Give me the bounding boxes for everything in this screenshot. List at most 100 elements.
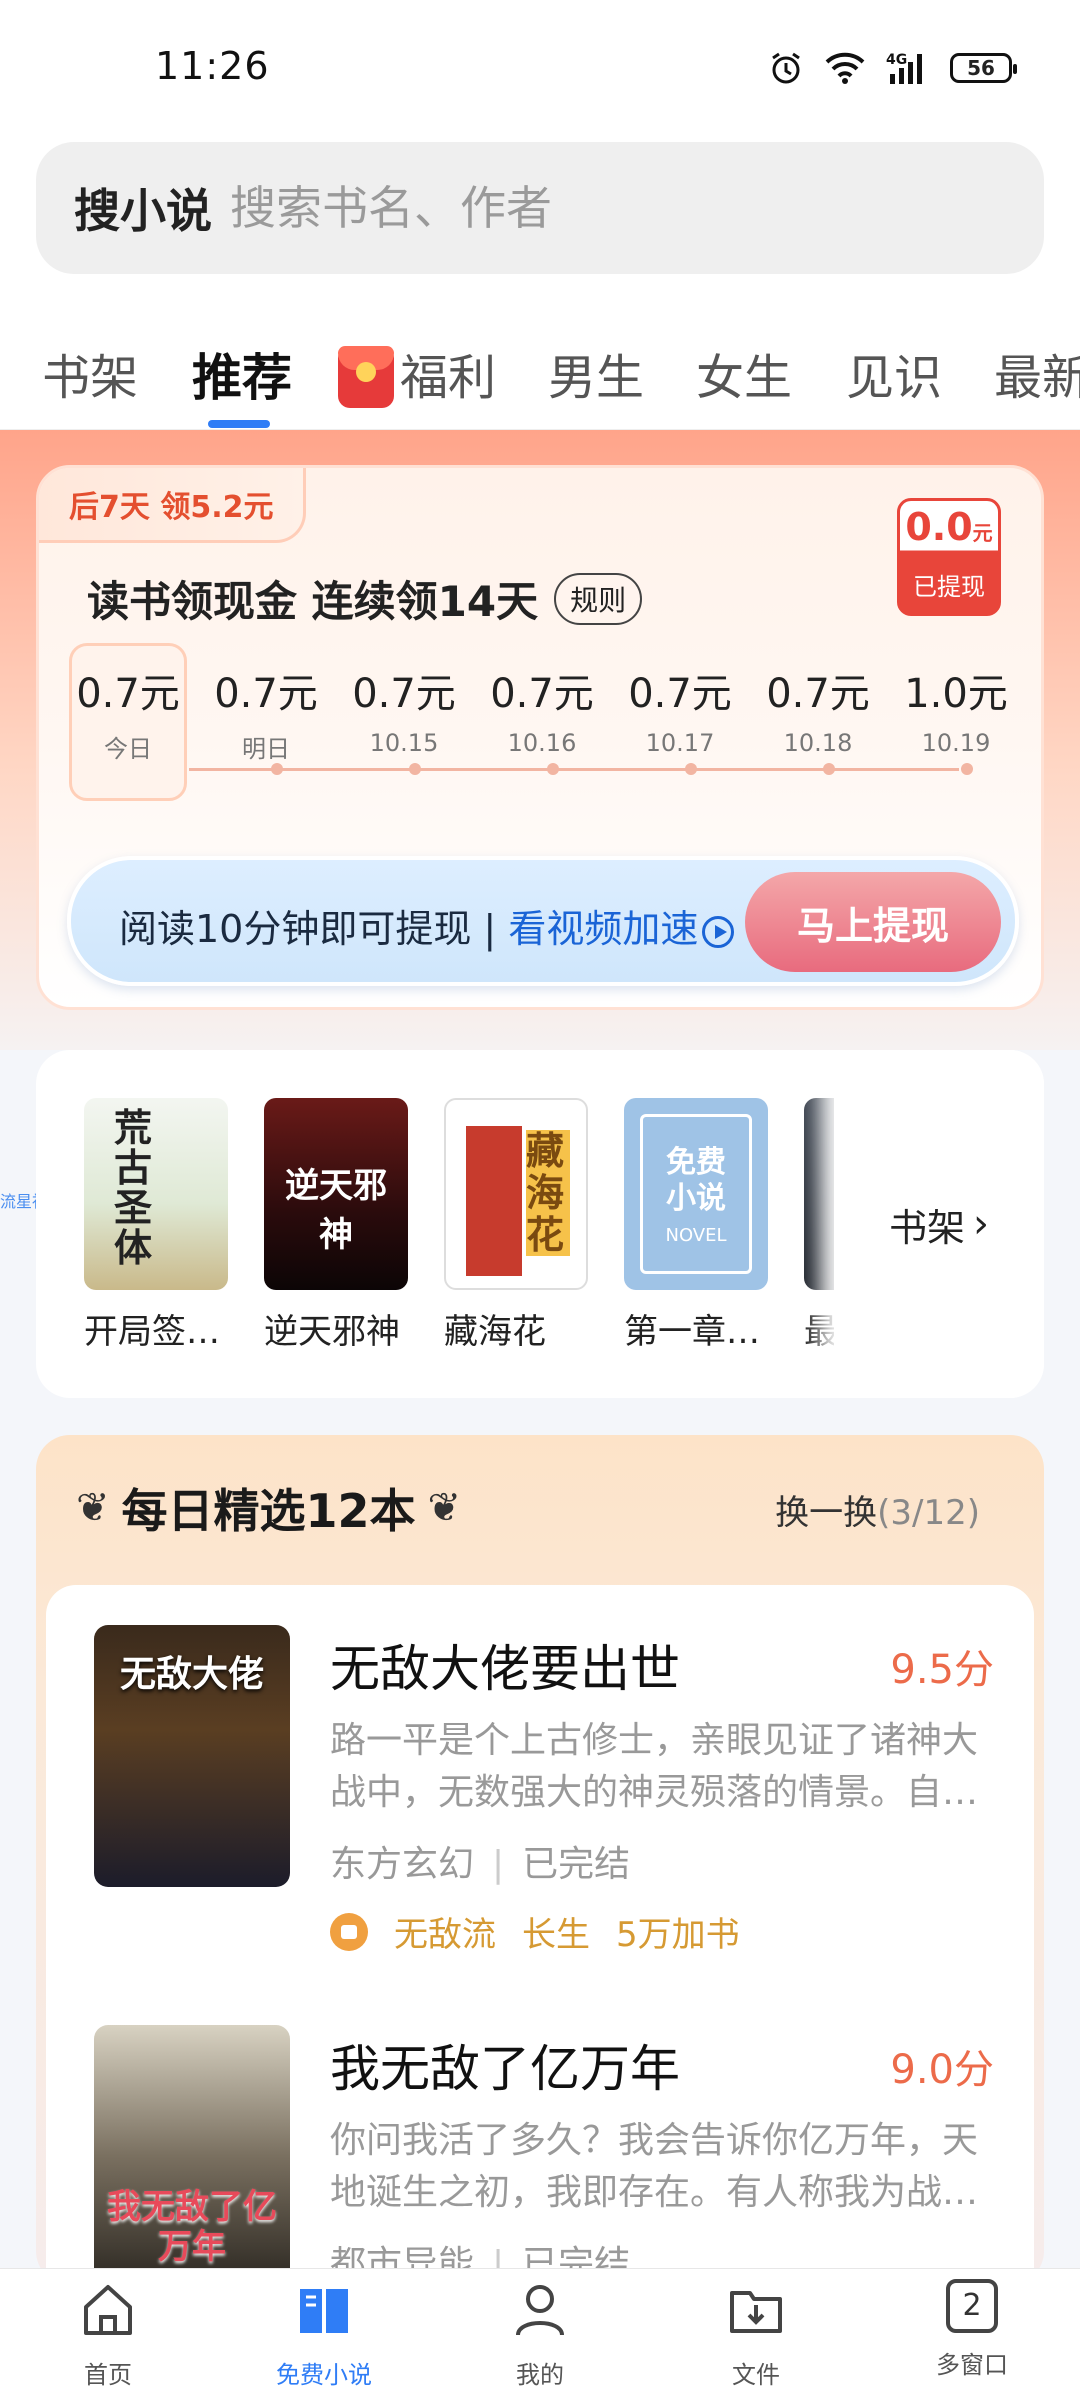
- wifi-icon: [825, 52, 865, 84]
- nav-files[interactable]: 文件: [648, 2269, 864, 2400]
- book-genre: 东方玄幻: [330, 1844, 475, 1885]
- book-cover: 藏海花: [444, 1098, 588, 1290]
- book-status: 已完结: [522, 1844, 631, 1885]
- withdrawn-unit: 元: [972, 521, 993, 545]
- rules-button[interactable]: 规则: [554, 572, 643, 625]
- reward-day: 0.7元 今日: [69, 661, 187, 764]
- book-tag: 5万加书: [616, 1915, 740, 1955]
- book-list-item[interactable]: 无敌大佬 无敌大佬要出世 9.5分 路一平是个上古修士，亲眼见证了诸神大战中，无…: [94, 1625, 994, 1955]
- bottom-navigation: 首页 免费小说 我的 文件 2 多窗口: [0, 2268, 1080, 2400]
- book-tag: 无敌流: [394, 1915, 496, 1955]
- reward-date: 10.19: [921, 729, 991, 757]
- tab-recommend[interactable]: 推荐: [192, 338, 292, 410]
- nav-me[interactable]: 我的: [432, 2269, 648, 2400]
- progress-track: [189, 768, 959, 771]
- reward-value: 0.7元: [490, 671, 594, 717]
- search-input[interactable]: [230, 181, 930, 235]
- withdrawn-label: 已提现: [913, 573, 985, 601]
- daily-picks-header: ❦ 每日精选12本 ❦: [76, 1475, 461, 1541]
- reward-date: 10.17: [645, 729, 715, 757]
- reward-value: 0.7元: [352, 671, 456, 717]
- tab-welfare[interactable]: 福利: [338, 338, 496, 412]
- reward-date: 10.16: [507, 729, 577, 757]
- reward-date: 10.15: [369, 729, 439, 757]
- tab-female[interactable]: 女生: [696, 338, 792, 408]
- tab-welfare-label: 福利: [400, 350, 497, 406]
- nav-multi-window[interactable]: 2 多窗口: [864, 2269, 1080, 2400]
- withdraw-tip-bar: 阅读10分钟即可提现 | 看视频加速 马上提现: [67, 856, 1019, 986]
- signal-4g-icon: 4G: [886, 52, 922, 84]
- go-to-bookshelf-link[interactable]: 书架 ›: [834, 1050, 1044, 1398]
- book-cover: 逆天邪神: [264, 1098, 408, 1290]
- shelf-book[interactable]: 藏海花 藏海花: [444, 1098, 592, 1353]
- daily-picks-list: 无敌大佬 无敌大佬要出世 9.5分 路一平是个上古修士，亲眼见证了诸神大战中，无…: [46, 1585, 1034, 2285]
- battery-icon: 56: [950, 53, 1017, 83]
- active-tab-indicator: [208, 420, 270, 428]
- search-bar[interactable]: 搜小说: [36, 142, 1044, 274]
- nav-home[interactable]: 首页: [0, 2269, 216, 2400]
- tab-insight[interactable]: 见识: [846, 338, 942, 408]
- book-description: 路一平是个上古修士，亲眼见证了诸神大战中，无数强大的神灵殒落的情景。自…: [330, 1720, 979, 1813]
- book-name: 我无敌了亿万年: [330, 2040, 680, 2098]
- promo-title: 读书领现金 连续领14天 规则: [87, 568, 643, 629]
- laurel-left-icon: ❦: [76, 1485, 110, 1531]
- book-cover: 无敌大佬: [94, 1625, 290, 1887]
- cover-subtitle: NOVEL: [665, 1225, 727, 1246]
- shelf-book[interactable]: 荒古圣体 开局签…: [84, 1098, 232, 1353]
- cover-title: 逆天邪神: [285, 1166, 387, 1255]
- reward-date: 明日: [242, 735, 290, 763]
- book-meta: 东方玄幻 | 已完结: [330, 1835, 630, 1887]
- refresh-button[interactable]: 换一换(3/12): [775, 1485, 980, 1534]
- cover-title: 藏海花: [526, 1130, 570, 1256]
- track-dot: [823, 763, 835, 775]
- reading-reward-card[interactable]: 后7天 领5.2元 读书领现金 连续领14天 规则 0.0元 已提现 0.7元今…: [36, 465, 1044, 1010]
- cover-title: 免费小说: [666, 1145, 726, 1216]
- folder-download-icon: [730, 2291, 782, 2333]
- book-title: 逆天邪神: [264, 1312, 400, 1352]
- book-tag: 长生: [522, 1915, 590, 1955]
- shelf-book[interactable]: 逆天邪神 逆天邪神: [264, 1098, 412, 1353]
- speedup-label: 看视频加速: [508, 907, 699, 951]
- nav-files-label: 文件: [732, 2361, 780, 2389]
- track-dot: [685, 763, 697, 775]
- track-dot: [961, 763, 973, 775]
- status-bar: 11:26 4G 56: [0, 0, 1080, 130]
- search-area: 搜小说: [0, 130, 1080, 290]
- nav-home-label: 首页: [84, 2361, 132, 2389]
- alarm-icon: [772, 52, 800, 84]
- daily-picks-section: ❦ 每日精选12本 ❦ 换一换(3/12) 无敌大佬 无敌大佬要出世 9.5分 …: [36, 1435, 1044, 2285]
- window-count: 2: [962, 2288, 982, 2323]
- search-lead-label: 搜小说: [74, 184, 212, 238]
- chevron-right-icon: ›: [973, 1201, 989, 1247]
- book-score: 9.0分: [890, 2047, 994, 2093]
- reward-day: 0.7元 10.18: [759, 661, 877, 757]
- withdraw-now-button[interactable]: 马上提现: [745, 872, 1001, 972]
- nav-free-novels[interactable]: 免费小说: [216, 2269, 432, 2400]
- nav-multi-window-label: 多窗口: [936, 2351, 1008, 2379]
- bookshelf-link-label: 书架: [888, 1205, 965, 1250]
- reward-date: 10.18: [783, 729, 853, 757]
- tab-latest[interactable]: 最新: [994, 338, 1080, 408]
- daily-reward-track: 0.7元 今日 0.7元 明日 0.7元 10.15 0.7元 10.16 0.7元 10…: [69, 643, 1029, 803]
- book-description: 你问我活了多久？我会告诉你亿万年，天地诞生之初，我即存在。有人称我为战…: [330, 2120, 979, 2213]
- user-icon: [516, 2285, 564, 2336]
- refresh-label: 换一换: [775, 1493, 878, 1533]
- tab-male[interactable]: 男生: [548, 338, 644, 408]
- shelf-book[interactable]: 免费小说 NOVEL 第一章…: [624, 1098, 772, 1353]
- home-icon: [84, 2285, 132, 2335]
- category-tabs: 书架 推荐 福利 男生 女生 见识 最新: [0, 290, 1080, 430]
- svg-text:4G: 4G: [886, 52, 907, 68]
- withdrawn-value: 0.0: [905, 505, 973, 549]
- watch-video-speedup-link[interactable]: 看视频加速: [508, 907, 735, 951]
- reward-day: 0.7元 10.17: [621, 661, 739, 757]
- book-cover: 我无敌了亿万年: [94, 2025, 290, 2285]
- withdrawn-amount-badge[interactable]: 0.0元 已提现: [897, 498, 1001, 616]
- reward-value: 0.7元: [76, 671, 180, 717]
- recent-shelf-strip: 荒古圣体 开局签… 逆天邪神 逆天邪神 藏海花 藏海花 免费小说 NOVEL 第…: [36, 1050, 1044, 1398]
- cover-title: 无敌大佬: [119, 1654, 264, 1695]
- reward-day: 0.7元 10.15: [345, 661, 463, 757]
- open-book-icon: [300, 2289, 348, 2333]
- tab-bookshelf[interactable]: 书架: [42, 338, 138, 408]
- reward-day: 0.7元 明日: [207, 661, 325, 764]
- book-list-item[interactable]: 我无敌了亿万年 我无敌了亿万年 9.0分 你问我活了多久？我会告诉你亿万年，天地…: [94, 2025, 994, 2285]
